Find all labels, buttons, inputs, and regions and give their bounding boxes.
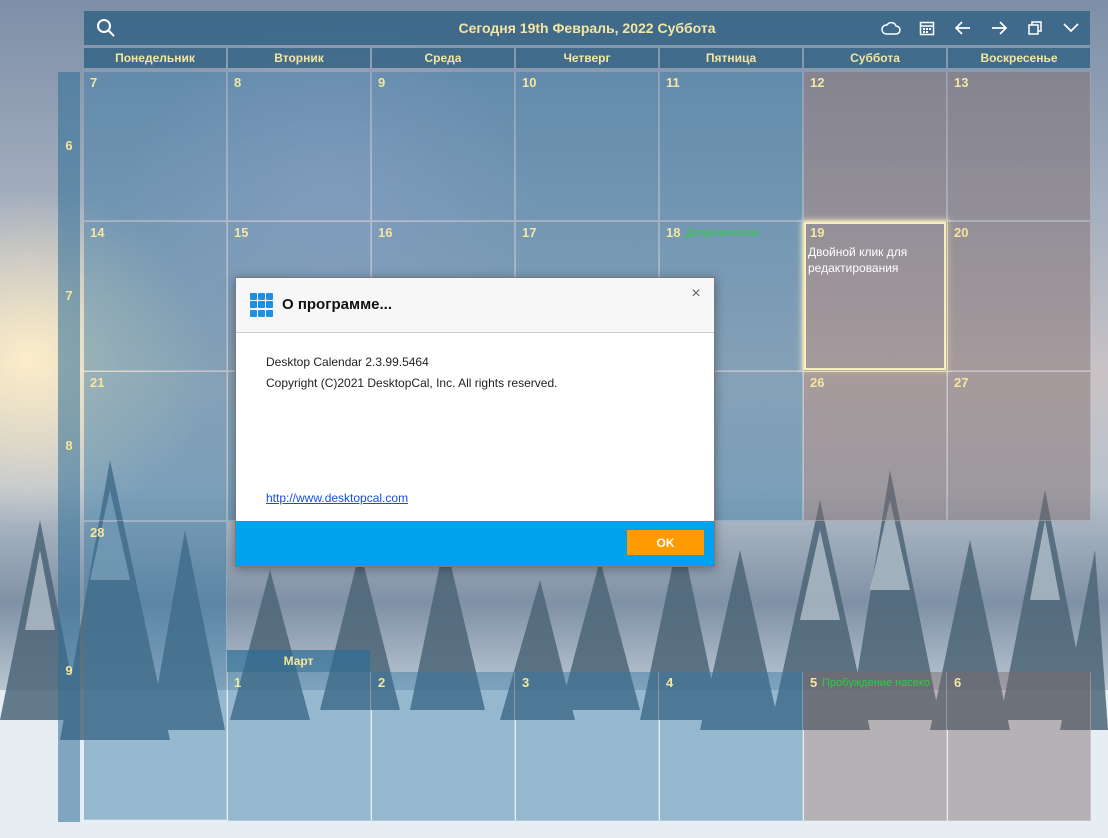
weekday-header-friday: Пятница [660,48,802,68]
day-cell[interactable]: 11 [660,72,803,221]
restore-window-icon[interactable] [1022,16,1048,40]
day-cell[interactable]: 3 [516,672,659,821]
day-cell[interactable]: 12 [804,72,947,221]
day-number: 9 [378,75,386,90]
day-number: 5 [810,675,818,690]
weekday-header-saturday: Суббота [804,48,946,68]
day-cell[interactable]: 4 [660,672,803,821]
day-number: 4 [666,675,674,690]
week-number: 8 [65,438,73,453]
week-number: 7 [65,288,73,303]
copyright-text: Copyright (C)2021 DesktopCal, Inc. All r… [266,376,558,390]
day-cell[interactable]: 9 [372,72,515,221]
month-label-march: Март [227,650,370,672]
day-number: 2 [378,675,386,690]
day-number: 11 [666,75,680,90]
weekday-header-thursday: Четверг [516,48,658,68]
day-cell[interactable]: 13 [948,72,1091,221]
day-cell[interactable]: 1 [228,672,371,821]
day-number: 8 [234,75,242,90]
dialog-header: О программе... × [236,278,714,333]
day-number: 1 [234,675,242,690]
calendar-icon[interactable] [914,16,940,40]
search-icon[interactable] [96,18,116,38]
version-text: Desktop Calendar 2.3.99.5464 [266,355,429,369]
day-number: 13 [954,75,969,90]
day-cell[interactable]: 28 [84,522,227,820]
day-number: 19 [810,225,825,240]
day-cell-today[interactable]: 19 Двойной клик для редактирования [804,222,947,371]
weekday-header-monday: Понедельник [84,48,226,68]
day-number: 18 [666,225,681,240]
edit-hint-note[interactable]: Двойной клик для редактирования [808,244,940,276]
day-number: 3 [522,675,530,690]
day-cell[interactable]: 26 [804,372,947,521]
day-number: 17 [522,225,537,240]
day-number: 21 [90,375,105,390]
holiday-label[interactable]: Пробуждение насеко [822,677,930,689]
weekday-header-wednesday: Среда [372,48,514,68]
week-number: 9 [65,663,73,678]
day-cell[interactable]: 20 [948,222,1091,371]
day-cell[interactable]: 6 [948,672,1091,821]
about-dialog: О программе... × Desktop Calendar 2.3.99… [235,277,715,567]
cloud-icon[interactable] [878,16,904,40]
website-link[interactable]: http://www.desktopcal.com [266,491,408,505]
close-icon[interactable]: × [688,286,704,302]
dialog-title: О программе... [282,296,393,313]
day-cell[interactable]: 14 [84,222,227,371]
day-cell[interactable]: 27 [948,372,1091,521]
day-number: 15 [234,225,249,240]
ok-button[interactable]: OK [627,530,704,555]
day-cell[interactable]: 5 Пробуждение насеко [804,672,947,821]
day-number: 7 [90,75,98,90]
day-number: 16 [378,225,393,240]
day-cell[interactable]: 21 [84,372,227,521]
day-number: 27 [954,375,969,390]
calendar-header-bar: Сегодня 19th Февраль, 2022 Суббота [84,11,1090,45]
day-number: 20 [954,225,969,240]
day-cell[interactable]: 8 [228,72,371,221]
today-date-title[interactable]: Сегодня 19th Февраль, 2022 Суббота [458,20,715,36]
day-cell[interactable]: 2 [372,672,515,821]
day-number: 28 [90,525,105,540]
arrow-right-icon[interactable] [986,16,1012,40]
dialog-footer: OK [236,521,714,566]
arrow-left-icon[interactable] [950,16,976,40]
holiday-label[interactable]: Дотрячеполов [686,227,759,239]
day-number: 26 [810,375,825,390]
day-cell[interactable]: 10 [516,72,659,221]
day-number: 12 [810,75,825,90]
day-number: 14 [90,225,105,240]
day-cell[interactable]: 7 [84,72,227,221]
day-number: 10 [522,75,537,90]
week-number: 6 [65,138,73,153]
weekday-header-sunday: Воскресенье [948,48,1090,68]
app-logo-icon [250,293,274,317]
day-number: 6 [954,675,962,690]
weekday-header-tuesday: Вторник [228,48,370,68]
chevron-down-icon[interactable] [1058,16,1084,40]
